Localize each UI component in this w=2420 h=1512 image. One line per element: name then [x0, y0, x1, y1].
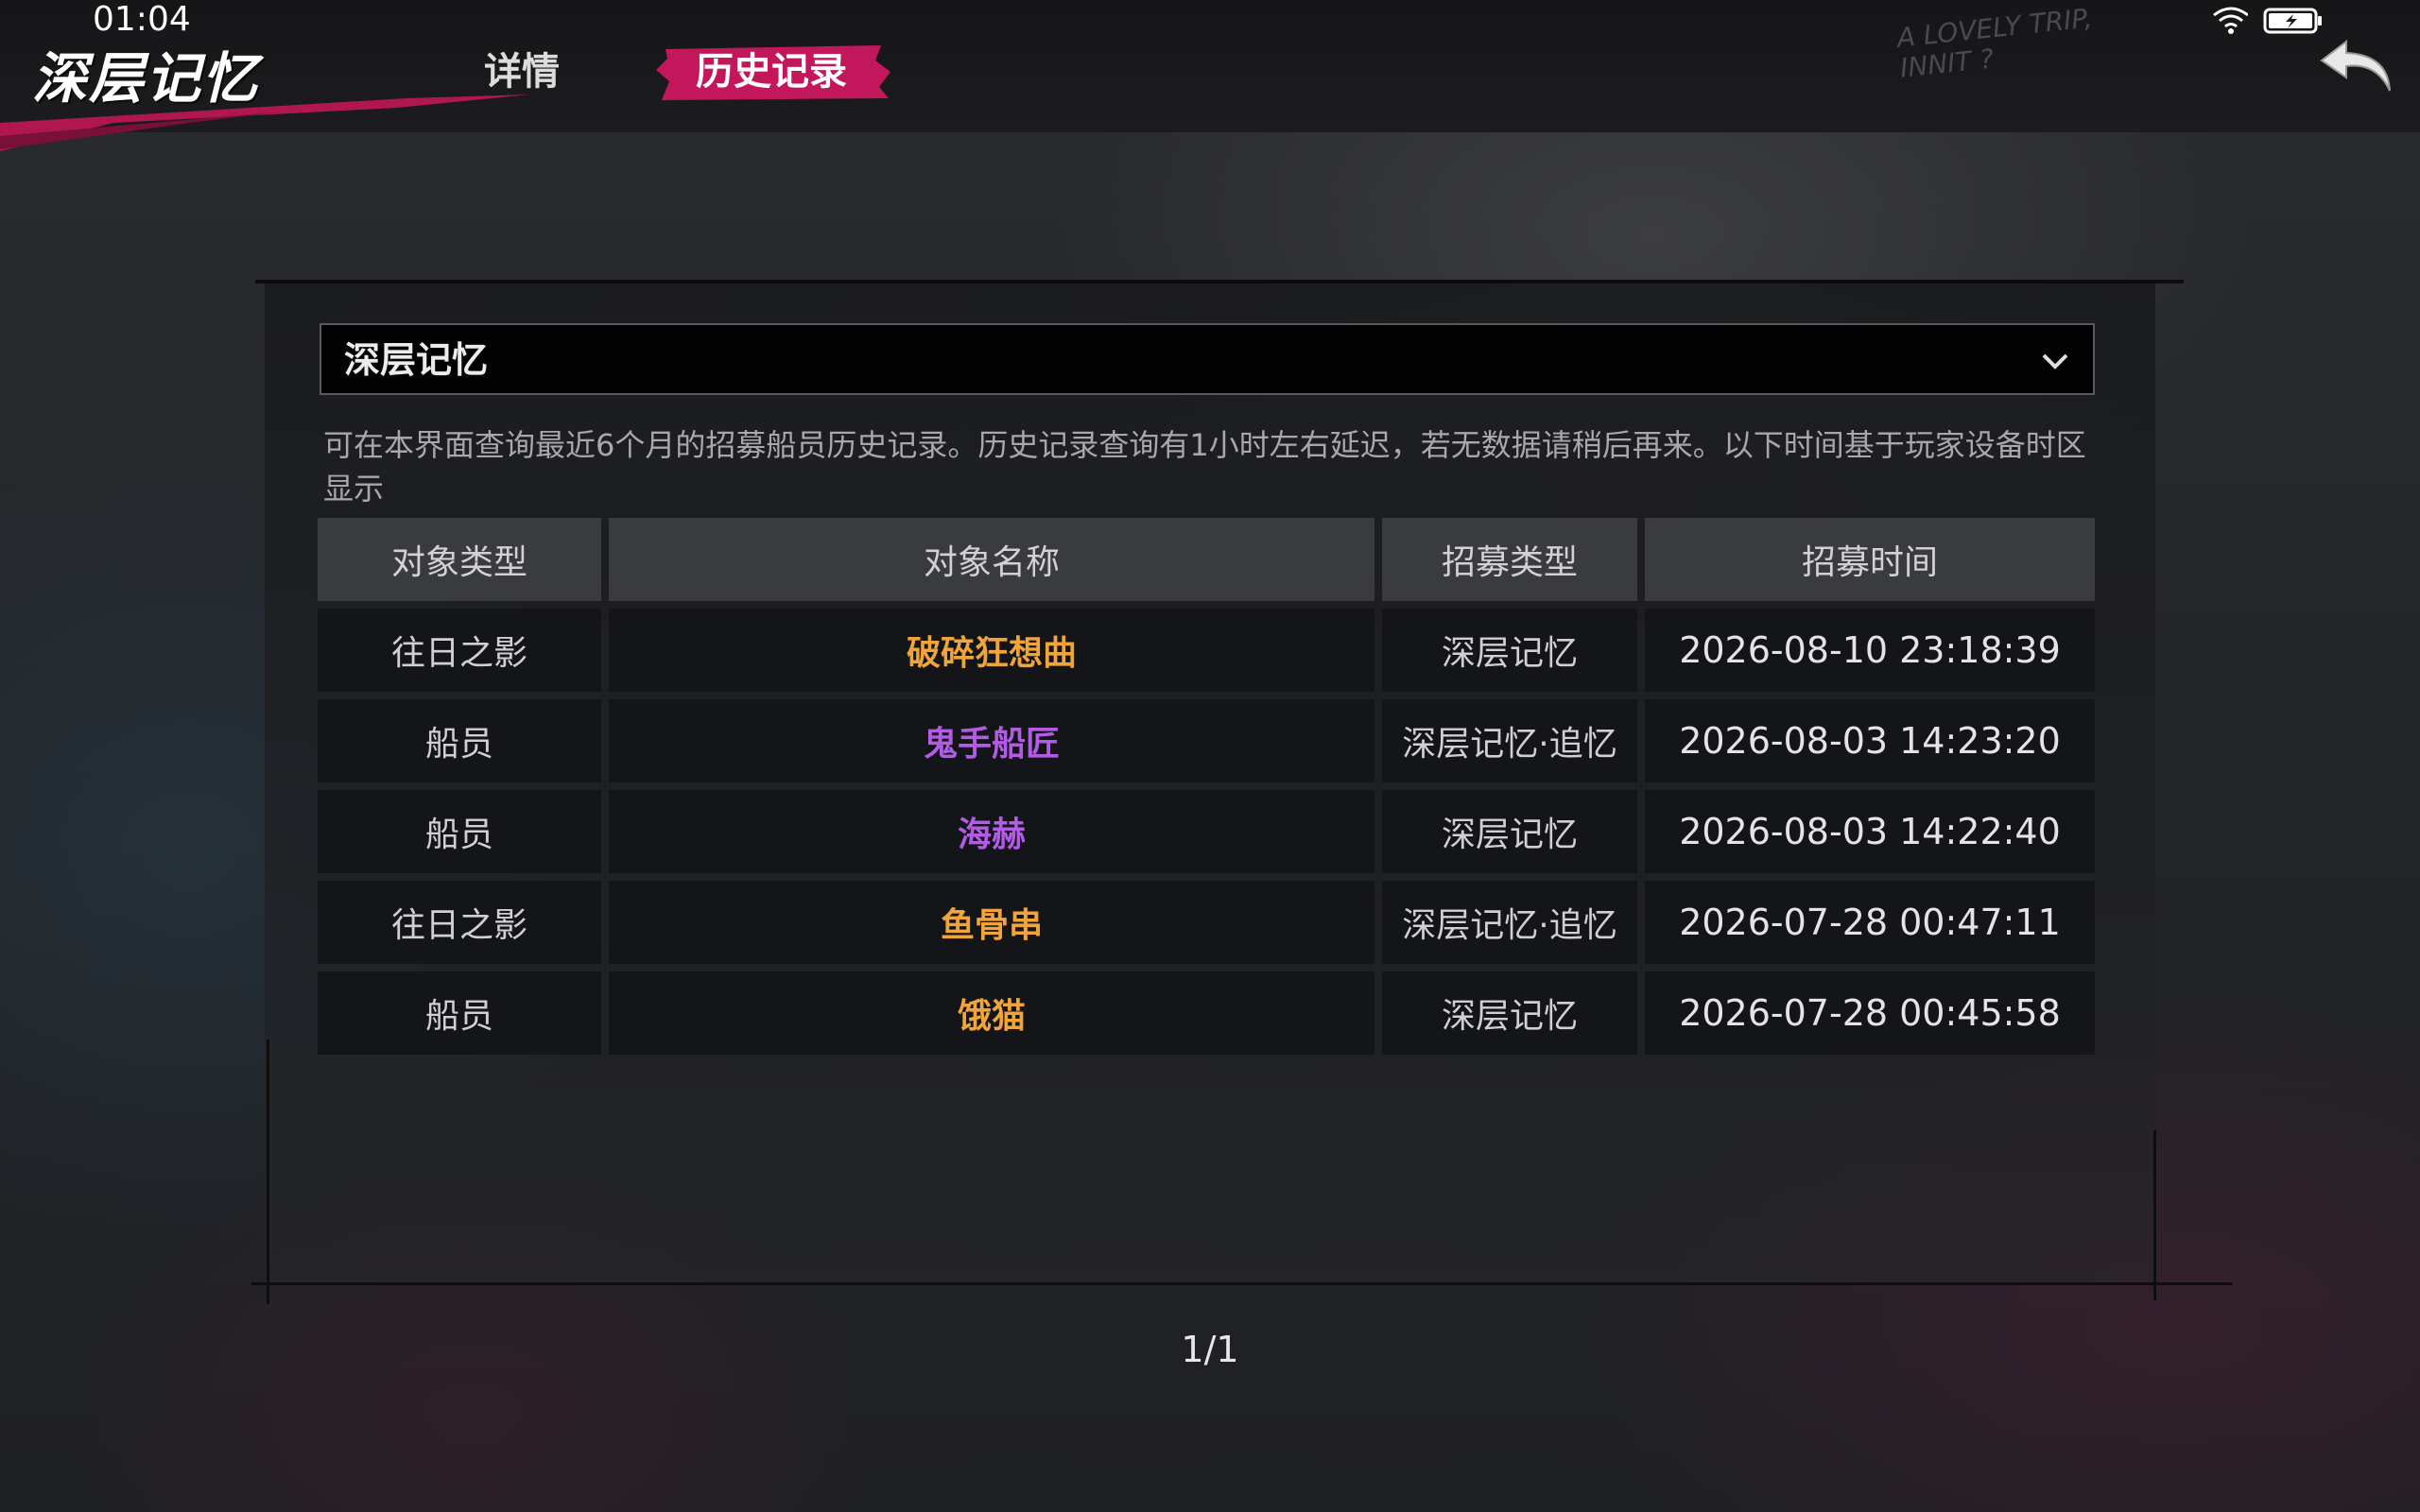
cell-recruit-type: 深层记忆·追忆 — [1382, 699, 1637, 782]
cell-object-type: 船员 — [318, 699, 601, 782]
panel-top-border — [255, 280, 2184, 284]
header-recruit-type: 招募类型 — [1382, 518, 1637, 601]
cell-object-type: 船员 — [318, 971, 601, 1055]
cell-recruit-type: 深层记忆 — [1382, 609, 1637, 692]
header-object-type: 对象类型 — [318, 518, 601, 601]
wifi-icon — [2213, 7, 2248, 34]
panel-left-border — [267, 1040, 269, 1304]
table-row: 船员 海赫 深层记忆 2026-08-03 14:22:40 — [318, 790, 2095, 873]
cell-object-name: 饿猫 — [609, 971, 1374, 1055]
table-row: 船员 饿猫 深层记忆 2026-07-28 00:45:58 — [318, 971, 2095, 1055]
tab-details[interactable]: 详情 — [484, 43, 560, 100]
cell-recruit-time: 2026-07-28 00:45:58 — [1645, 971, 2095, 1055]
page-indicator: 1/1 — [1181, 1329, 1239, 1370]
chevron-down-icon — [2042, 353, 2068, 369]
panel-right-border — [2153, 1130, 2156, 1300]
cell-object-name: 鱼骨串 — [609, 881, 1374, 964]
cell-recruit-time: 2026-08-03 14:22:40 — [1645, 790, 2095, 873]
tab-history-label: 历史记录 — [696, 50, 847, 94]
cell-object-name: 鬼手船匠 — [609, 699, 1374, 782]
tab-history[interactable]: 历史记录 — [656, 43, 890, 100]
cell-recruit-type: 深层记忆 — [1382, 790, 1637, 873]
header-recruit-time: 招募时间 — [1645, 518, 2095, 601]
cell-object-type: 往日之影 — [318, 609, 601, 692]
cell-recruit-time: 2026-07-28 00:47:11 — [1645, 881, 2095, 964]
cell-object-type: 往日之影 — [318, 881, 601, 964]
cell-object-name: 破碎狂想曲 — [609, 609, 1374, 692]
cell-recruit-time: 2026-08-10 23:18:39 — [1645, 609, 2095, 692]
status-time: 01:04 — [93, 0, 191, 39]
pool-select-dropdown[interactable]: 深层记忆 — [320, 323, 2095, 395]
cell-recruit-time: 2026-08-03 14:23:20 — [1645, 699, 2095, 782]
table-header-row: 对象类型 对象名称 招募类型 招募时间 — [318, 518, 2095, 601]
table-row: 往日之影 破碎狂想曲 深层记忆 2026-08-10 23:18:39 — [318, 609, 2095, 692]
panel-bottom-border — [251, 1282, 2233, 1285]
cell-object-type: 船员 — [318, 790, 601, 873]
page-title: 深层记忆 — [32, 46, 260, 111]
header-object-name: 对象名称 — [609, 518, 1374, 601]
history-table: 对象类型 对象名称 招募类型 招募时间 往日之影 破碎狂想曲 深层记忆 2026-08… — [310, 510, 2102, 1062]
battery-charging-icon — [2263, 8, 2322, 34]
cell-object-name: 海赫 — [609, 790, 1374, 873]
table-row: 往日之影 鱼骨串 深层记忆·追忆 2026-07-28 00:47:11 — [318, 881, 2095, 964]
tab-details-label: 详情 — [484, 50, 560, 94]
history-notice: 可在本界面查询最近6个月的招募船员历史记录。历史记录查询有1小时左右延迟，若无数… — [323, 427, 2086, 507]
dropdown-selected-value: 深层记忆 — [344, 339, 489, 381]
cell-recruit-type: 深层记忆 — [1382, 971, 1637, 1055]
back-button[interactable] — [2318, 32, 2397, 104]
cell-recruit-type: 深层记忆·追忆 — [1382, 881, 1637, 964]
table-row: 船员 鬼手船匠 深层记忆·追忆 2026-08-03 14:23:20 — [318, 699, 2095, 782]
